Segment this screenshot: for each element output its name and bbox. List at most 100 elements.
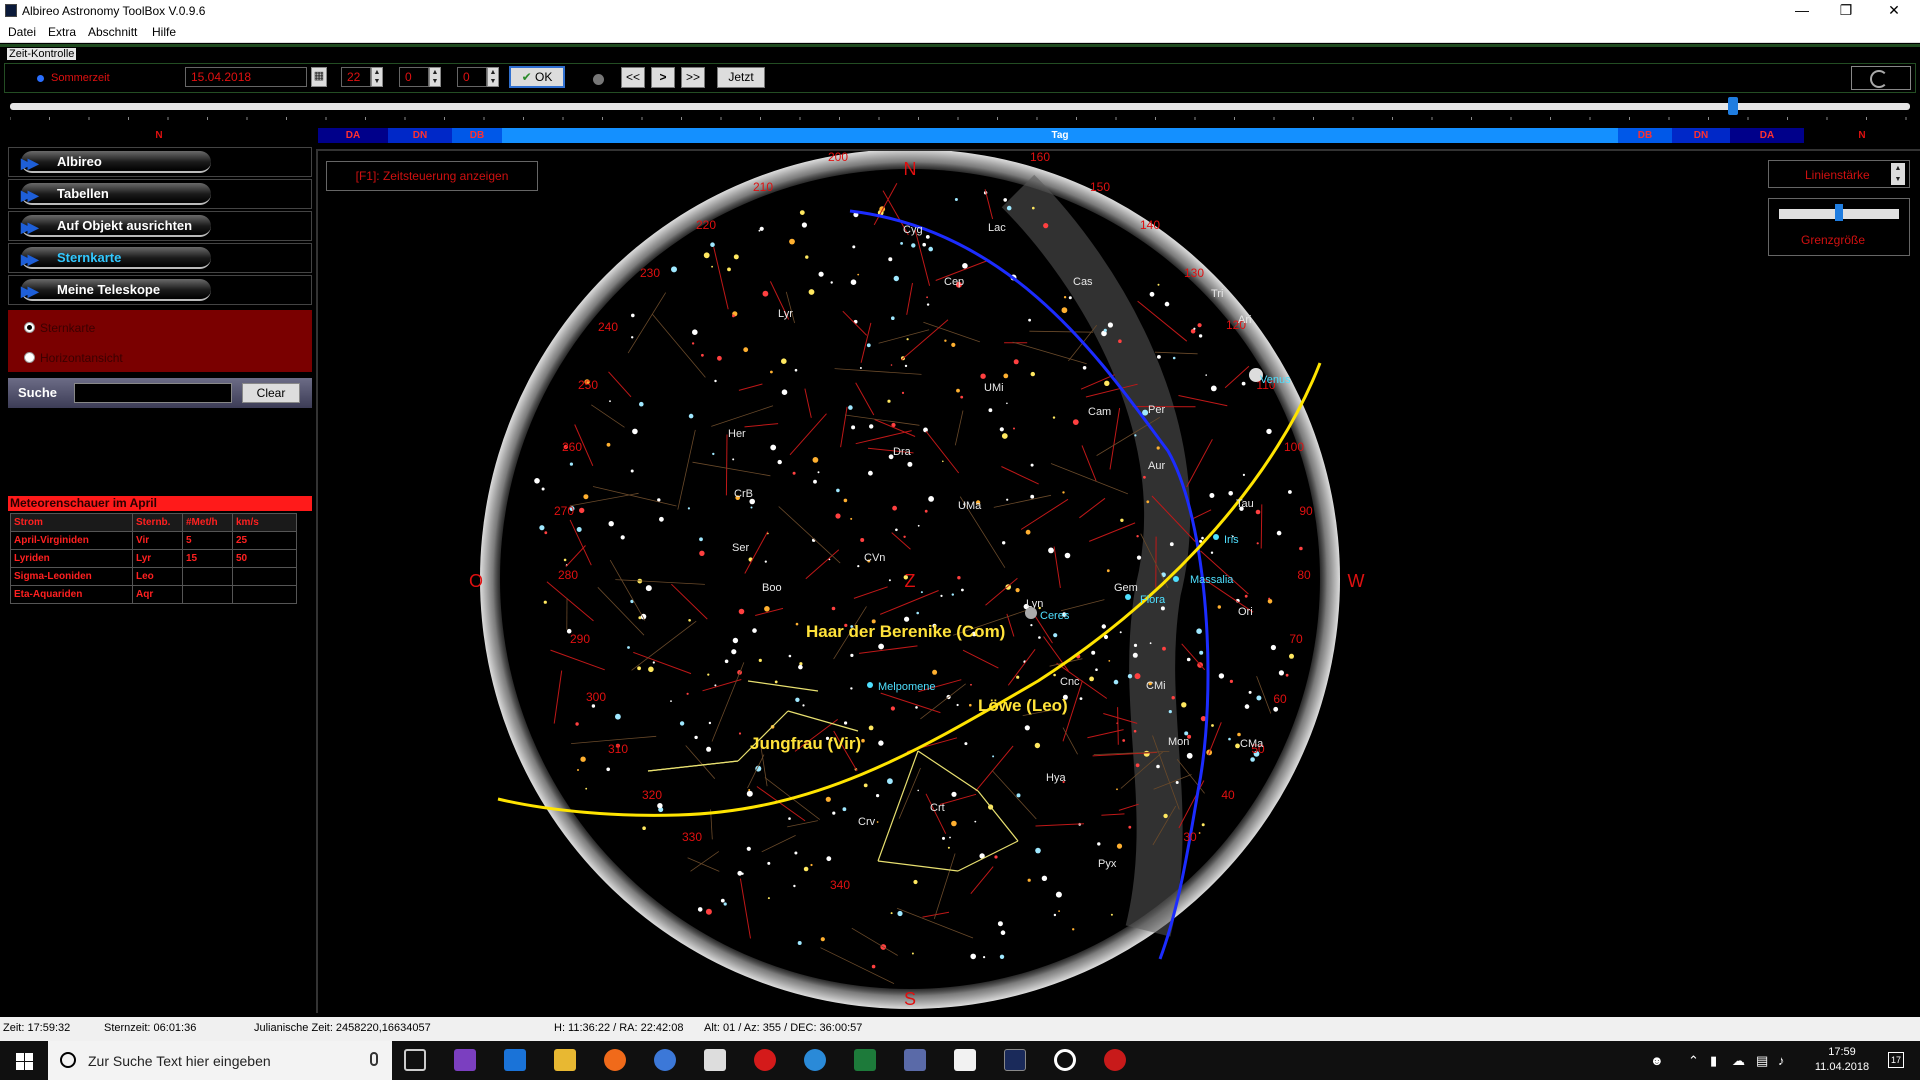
star	[1041, 875, 1048, 881]
albireo-taskbar-icon[interactable]	[1004, 1049, 1026, 1071]
time-forward-button[interactable]: >>	[681, 67, 705, 88]
teamviewer-icon[interactable]	[804, 1049, 826, 1071]
time-back-button[interactable]: <<	[621, 67, 645, 88]
star	[869, 424, 874, 429]
star	[1116, 788, 1118, 791]
menu-abschnitt[interactable]: Abschnitt	[88, 25, 137, 39]
record-icon[interactable]	[593, 74, 604, 85]
hour-stepper[interactable]: ▲ ▼	[371, 67, 383, 87]
sky-map[interactable]: NSO WZ200 160210 150220 140230 130240 120250 11…	[318, 151, 1918, 1011]
star	[1211, 724, 1214, 727]
star	[1162, 646, 1166, 651]
table-cell: 5	[182, 531, 233, 550]
direction-zenith: Z	[905, 571, 916, 591]
excel-icon[interactable]	[854, 1049, 876, 1071]
volume-icon[interactable]: ♪	[1778, 1053, 1785, 1068]
object-marker-flora[interactable]	[1125, 594, 1131, 600]
star	[920, 591, 923, 594]
minute-stepper[interactable]: ▲ ▼	[429, 67, 441, 87]
object-marker-melpomene[interactable]	[867, 682, 873, 688]
circle-app-icon[interactable]	[1054, 1049, 1076, 1071]
star	[888, 257, 893, 262]
time-step-button[interactable]: >	[651, 67, 675, 88]
star	[954, 198, 958, 201]
table-row[interactable]: Lyriden Lyr 15 50	[10, 549, 297, 568]
star	[994, 855, 998, 859]
star	[956, 388, 960, 393]
chevron-up-icon[interactable]: ⌃	[1688, 1053, 1699, 1069]
hour-field[interactable]: 22	[341, 67, 371, 87]
star	[788, 654, 792, 658]
taskbar-search[interactable]: Zur Suche Text hier eingeben	[48, 1041, 392, 1080]
app-icon-blue[interactable]	[904, 1049, 926, 1071]
radio-sternkarte[interactable]	[24, 322, 35, 333]
nav-sternkarte[interactable]: ▶▶ Sternkarte	[8, 243, 312, 273]
object-marker-iris[interactable]	[1213, 534, 1219, 540]
network-icon[interactable]: ▤	[1756, 1053, 1768, 1069]
thunderbird-icon[interactable]	[654, 1049, 676, 1071]
nav-tabellen[interactable]: ▶▶ Tabellen	[8, 179, 312, 209]
edge-icon[interactable]	[504, 1049, 526, 1071]
cloud-icon[interactable]: ☁	[1732, 1053, 1745, 1069]
date-field[interactable]: 15.04.2018	[185, 67, 307, 87]
close-button[interactable]: ✕	[1872, 0, 1916, 22]
second-field[interactable]: 0	[457, 67, 487, 87]
firefox-icon[interactable]	[604, 1049, 626, 1071]
minimize-button[interactable]: —	[1780, 0, 1824, 22]
task-view-icon[interactable]	[404, 1049, 426, 1071]
time-slider-track[interactable]	[10, 103, 1910, 110]
star	[764, 606, 770, 612]
table-row[interactable]: April-Virginiden Vir 5 25	[10, 531, 297, 550]
star	[1168, 710, 1172, 714]
second-stepper[interactable]: ▲ ▼	[487, 67, 499, 87]
nav-albireo[interactable]: ▶▶ Albireo	[8, 147, 312, 177]
star	[951, 791, 957, 797]
clear-button[interactable]: Clear	[242, 383, 300, 403]
start-button[interactable]	[0, 1041, 48, 1080]
visual-studio-icon[interactable]	[454, 1049, 476, 1071]
ok-button[interactable]: ✔ OK	[509, 66, 565, 88]
star	[767, 861, 771, 865]
view-mode-group: Sternkarte Horizontansicht	[8, 310, 312, 372]
table-row[interactable]: Sigma-Leoniden Leo	[10, 567, 297, 586]
search-input[interactable]	[74, 383, 232, 403]
nav-auf-objekt-ausrichten[interactable]: ▶▶ Auf Objekt ausrichten	[8, 211, 312, 241]
menu-extra[interactable]: Extra	[48, 25, 76, 39]
table-row[interactable]: Eta-Aquariden Aqr	[10, 585, 297, 604]
object-marker-massalia[interactable]	[1173, 576, 1179, 582]
nav-meine-teleskope[interactable]: ▶▶ Meine Teleskope	[8, 275, 312, 305]
menu-hilfe[interactable]: Hilfe	[152, 25, 176, 39]
microphone-icon[interactable]	[370, 1052, 378, 1066]
store-icon[interactable]	[704, 1049, 726, 1071]
sky-map-panel[interactable]: N S O W Z 200 160 210 150 220 140 230 130 240 120 250 11…	[316, 149, 1920, 1013]
time-slider-thumb[interactable]	[1728, 97, 1739, 115]
radio-horizontansicht[interactable]	[24, 352, 35, 363]
star	[1072, 928, 1075, 931]
people-icon[interactable]: ☻	[1650, 1053, 1664, 1068]
taskbar-clock[interactable]: 17:59 11.04.2018	[1806, 1045, 1878, 1075]
notification-center-icon[interactable]: 17	[1888, 1052, 1904, 1068]
line-width-stepper[interactable]: ▲ ▼	[1891, 163, 1905, 185]
document-icon[interactable]	[954, 1049, 976, 1071]
f1-time-control-button[interactable]: [F1]: Zeitsteuerung anzeigen	[326, 161, 538, 191]
now-button[interactable]: Jetzt	[717, 67, 765, 88]
red-app-icon[interactable]	[1104, 1049, 1126, 1071]
star	[825, 796, 831, 802]
dx-app-icon[interactable]	[754, 1049, 776, 1071]
nav-label: Auf Objekt ausrichten	[57, 218, 193, 233]
limiting-magnitude-slider-thumb[interactable]	[1835, 204, 1843, 221]
object-marker-ceres[interactable]	[1025, 607, 1037, 619]
battery-icon[interactable]: ▮	[1710, 1053, 1717, 1069]
check-icon: ✔	[521, 70, 532, 84]
star	[1186, 752, 1193, 759]
star	[852, 245, 856, 249]
menu-datei[interactable]: Datei	[8, 25, 36, 39]
star	[659, 516, 664, 522]
file-explorer-icon[interactable]	[554, 1049, 576, 1071]
restore-button[interactable]: ❐	[1824, 0, 1868, 22]
minute-field[interactable]: 0	[399, 67, 429, 87]
constellation-line	[1117, 707, 1119, 745]
summer-time-toggle[interactable]	[37, 75, 44, 82]
star	[606, 767, 610, 772]
calendar-icon[interactable]: ▦	[311, 67, 327, 87]
